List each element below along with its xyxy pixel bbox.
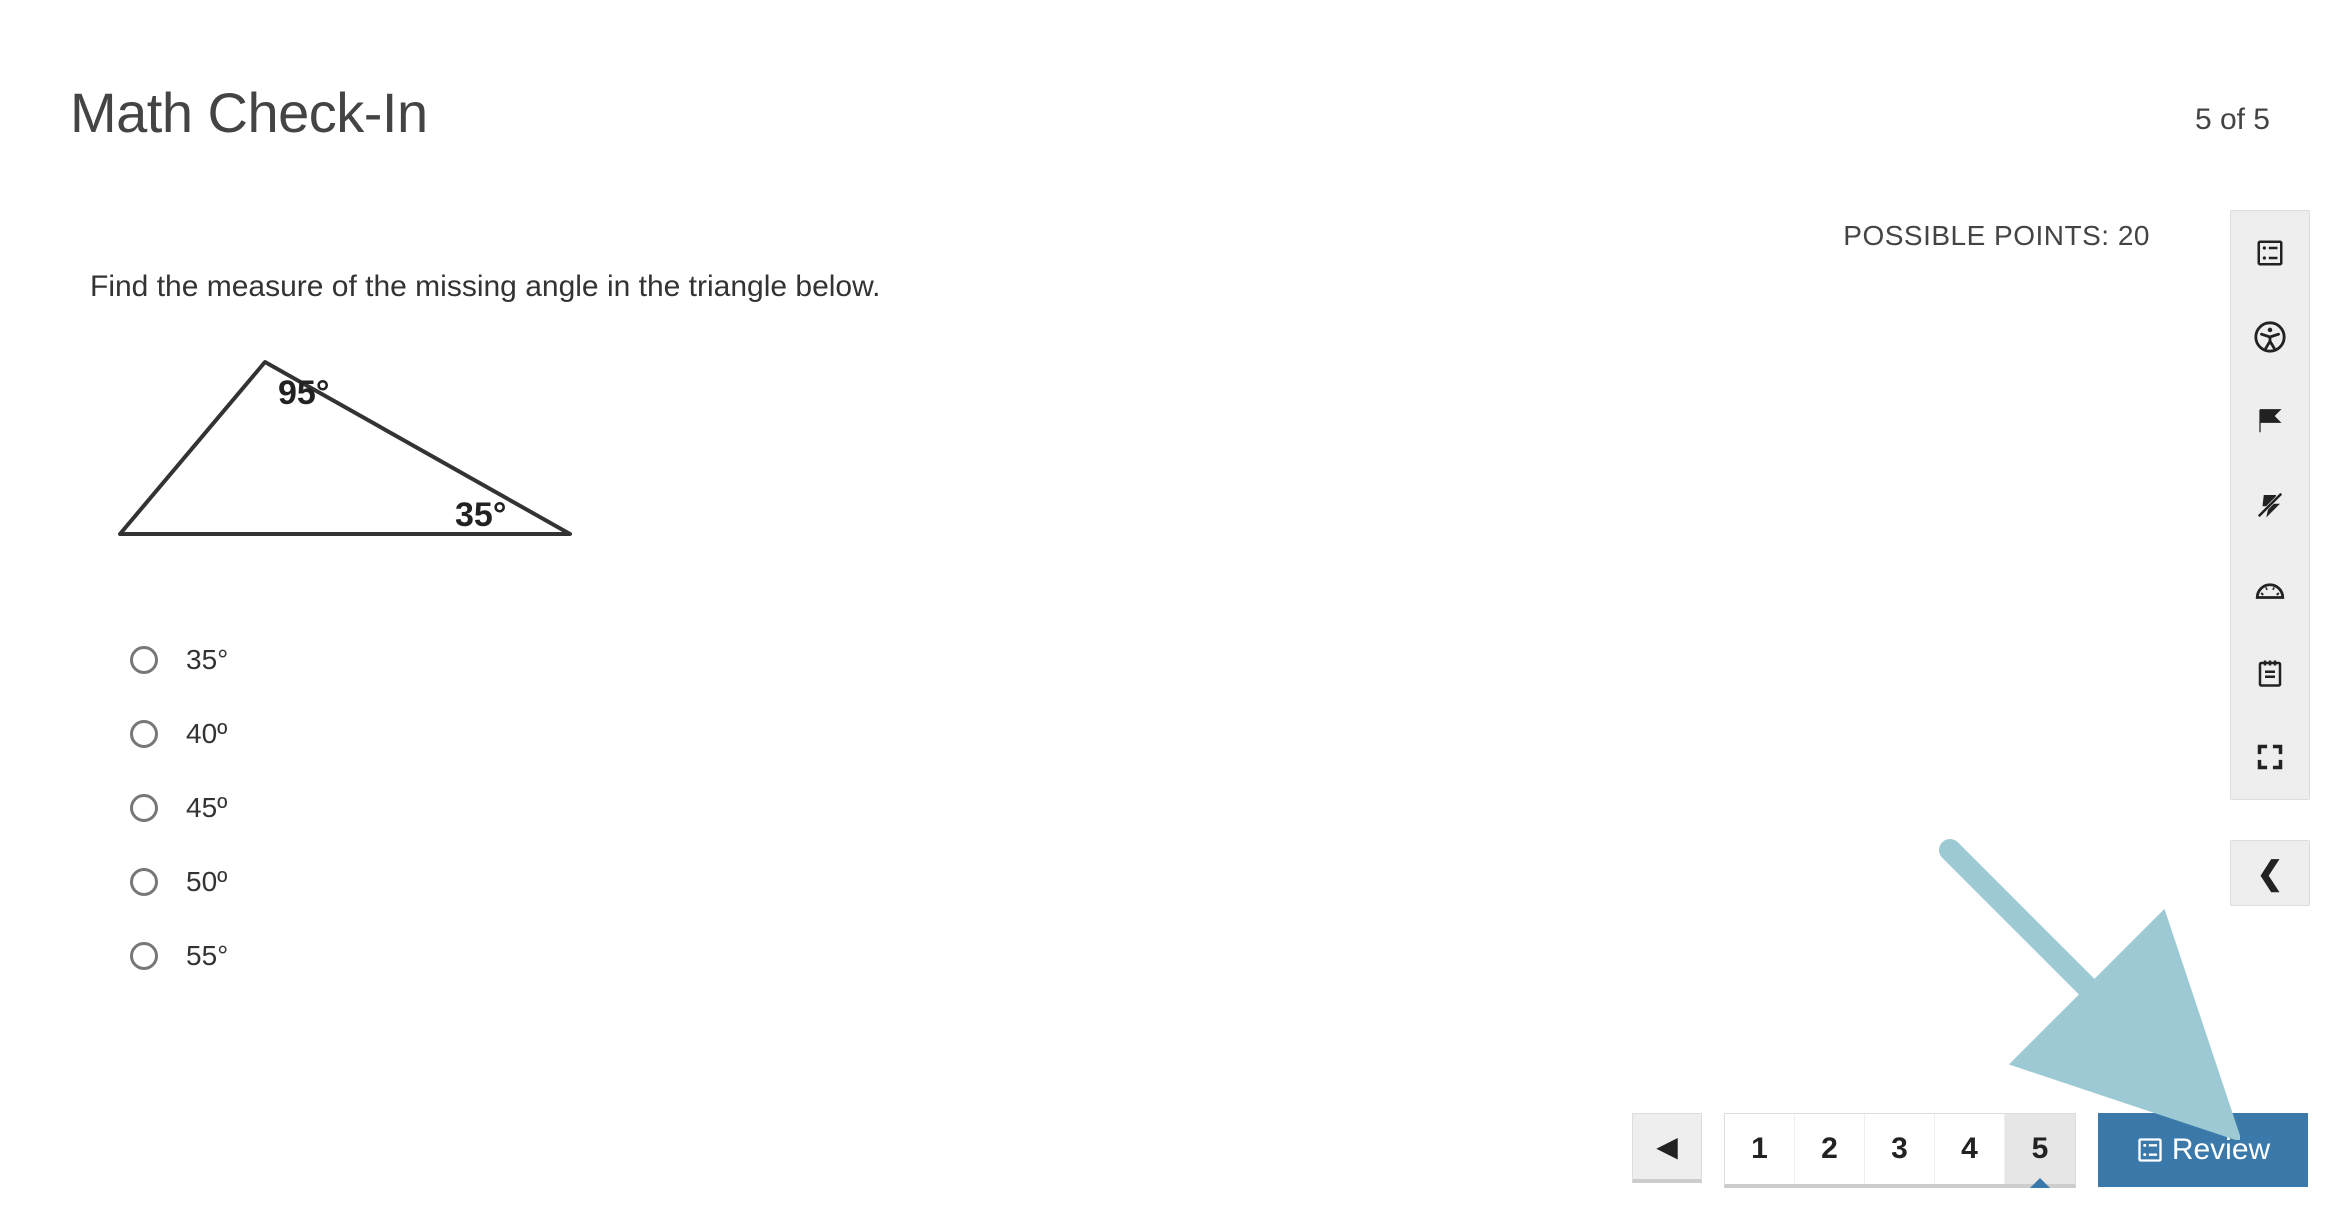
- accessibility-icon: [2253, 320, 2287, 354]
- notepad-button[interactable]: [2231, 631, 2309, 715]
- bottom-nav: ◀ 1 2 3 4 5 Review: [1632, 1113, 2308, 1188]
- radio-icon: [130, 646, 158, 674]
- option-label: 40º: [186, 718, 227, 750]
- option-3[interactable]: 50º: [130, 866, 1890, 898]
- option-1[interactable]: 40º: [130, 718, 1890, 750]
- notepad-icon: [2255, 658, 2285, 688]
- option-4[interactable]: 55°: [130, 940, 1890, 972]
- question-counter: 5 of 5: [2195, 103, 2280, 145]
- protractor-icon: [2253, 572, 2287, 606]
- summary-icon: [2255, 238, 2285, 268]
- angle-right-label: 35°: [455, 496, 506, 534]
- page-5-button[interactable]: 5: [2005, 1114, 2075, 1184]
- page-1-button[interactable]: 1: [1725, 1114, 1795, 1184]
- strike-button[interactable]: [2231, 463, 2309, 547]
- review-button[interactable]: Review: [2098, 1113, 2308, 1187]
- summary-button[interactable]: [2231, 211, 2309, 295]
- radio-icon: [130, 868, 158, 896]
- question-body: Find the measure of the missing angle in…: [90, 270, 1890, 1014]
- annotation-arrow: [1920, 820, 2240, 1140]
- flag-button[interactable]: [2231, 379, 2309, 463]
- option-label: 45º: [186, 792, 227, 824]
- radio-icon: [130, 794, 158, 822]
- tools-toolbar: [2230, 210, 2310, 800]
- option-label: 35°: [186, 644, 228, 676]
- question-prompt: Find the measure of the missing angle in…: [90, 270, 1890, 304]
- radio-icon: [130, 720, 158, 748]
- review-icon: [2136, 1136, 2164, 1164]
- page-numbers: 1 2 3 4 5: [1724, 1113, 2076, 1188]
- header: Math Check-In 5 of 5: [0, 0, 2350, 145]
- triangle-figure: 95° 35°: [110, 334, 1890, 554]
- flag-icon: [2255, 406, 2285, 436]
- possible-points-label: POSSIBLE POINTS: 20: [1843, 220, 2150, 252]
- angle-top-label: 95°: [278, 374, 329, 412]
- chevron-left-icon: ❮: [2257, 854, 2284, 892]
- strike-icon: [2255, 490, 2285, 520]
- option-2[interactable]: 45º: [130, 792, 1890, 824]
- page-4-button[interactable]: 4: [1935, 1114, 2005, 1184]
- protractor-button[interactable]: [2231, 547, 2309, 631]
- prev-button[interactable]: ◀: [1632, 1113, 1702, 1183]
- answer-options: 35° 40º 45º 50º 55°: [130, 644, 1890, 972]
- page-2-button[interactable]: 2: [1795, 1114, 1865, 1184]
- page-3-button[interactable]: 3: [1865, 1114, 1935, 1184]
- fullscreen-button[interactable]: [2231, 715, 2309, 799]
- option-label: 55°: [186, 940, 228, 972]
- collapse-toolbar-button[interactable]: ❮: [2230, 840, 2310, 906]
- fullscreen-icon: [2256, 743, 2284, 771]
- triangle-left-icon: ◀: [1656, 1130, 1678, 1163]
- radio-icon: [130, 942, 158, 970]
- option-0[interactable]: 35°: [130, 644, 1890, 676]
- page-title: Math Check-In: [70, 80, 428, 145]
- option-label: 50º: [186, 866, 227, 898]
- review-label: Review: [2172, 1133, 2270, 1167]
- accessibility-button[interactable]: [2231, 295, 2309, 379]
